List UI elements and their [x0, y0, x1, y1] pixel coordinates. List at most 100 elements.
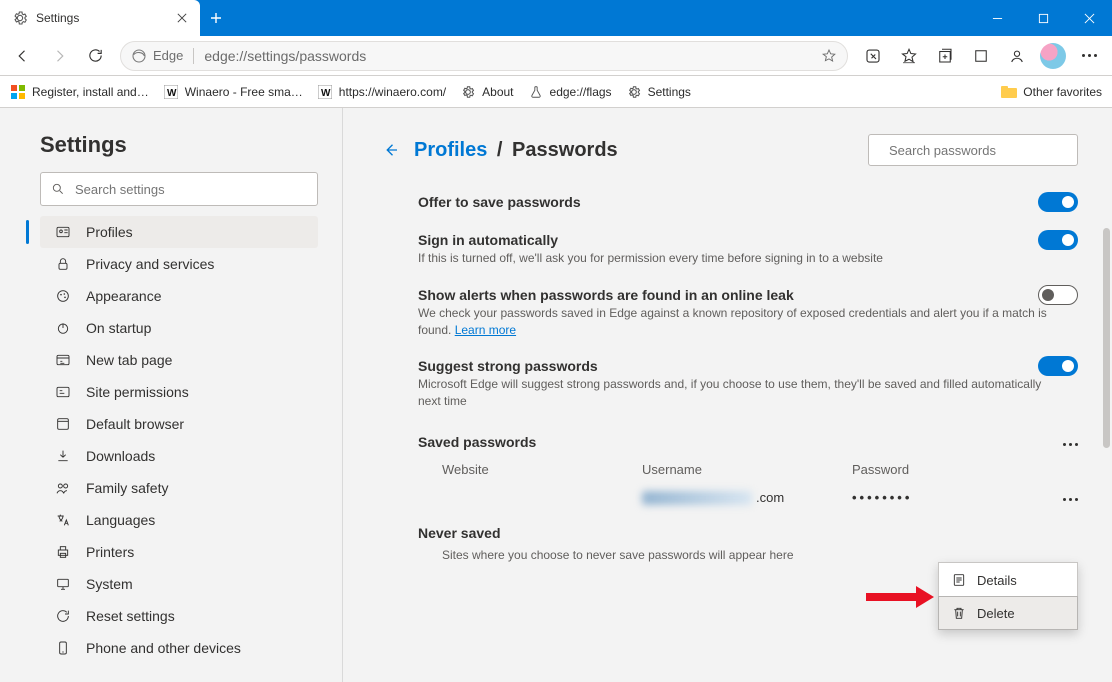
toggle-signin-auto[interactable] [1038, 230, 1078, 250]
setting-leak-alerts: Show alerts when passwords are found in … [382, 281, 1078, 353]
bookmark-item[interactable]: edge://flags [528, 84, 612, 100]
sidebar-item-default[interactable]: Default browser [40, 408, 318, 440]
sidebar-item-reset[interactable]: Reset settings [40, 600, 318, 632]
search-settings-input[interactable] [40, 172, 318, 206]
gear-icon [460, 84, 476, 100]
browser-tab[interactable]: Settings [0, 0, 200, 36]
nav-refresh-button[interactable] [78, 40, 112, 72]
profile-button[interactable] [1036, 40, 1070, 72]
flask-icon [528, 84, 544, 100]
breadcrumb-root[interactable]: Profiles [414, 139, 487, 161]
toggle-suggest-strong[interactable] [1038, 356, 1078, 376]
toggle-leak-alerts[interactable] [1038, 285, 1078, 305]
url-text: edge://settings/passwords [204, 48, 811, 64]
bookmark-item[interactable]: Whttps://winaero.com/ [317, 84, 446, 100]
setting-title: Sign in automatically [418, 232, 1078, 248]
tracking-prevention-icon[interactable] [856, 40, 890, 72]
extensions-button[interactable] [964, 40, 998, 72]
password-table-header: Website Username Password [382, 456, 1078, 481]
bookmark-label: About [482, 85, 513, 99]
setting-suggest-strong: Suggest strong passwords Microsoft Edge … [382, 352, 1078, 424]
gear-icon [12, 10, 28, 26]
cell-website [442, 489, 642, 507]
menu-item-delete[interactable]: Delete [938, 596, 1078, 630]
address-bar[interactable]: Edge edge://settings/passwords [120, 41, 848, 71]
feedback-button[interactable] [1000, 40, 1034, 72]
sidebar-item-label: Downloads [86, 448, 155, 464]
bookmark-item[interactable]: About [460, 84, 513, 100]
sidebar-item-newtab[interactable]: New tab page [40, 344, 318, 376]
sidebar-item-label: Printers [86, 544, 134, 560]
sidebar-item-label: New tab page [86, 352, 172, 368]
svg-text:W: W [167, 88, 177, 99]
back-arrow-button[interactable] [382, 141, 400, 159]
sidebar-item-label: On startup [86, 320, 151, 336]
sidebar-item-startup[interactable]: On startup [40, 312, 318, 344]
window-maximize-button[interactable] [1020, 0, 1066, 36]
sidebar-item-profiles[interactable]: Profiles [40, 216, 318, 248]
sidebar-item-phone[interactable]: Phone and other devices [40, 632, 318, 664]
sidebar-item-label: Languages [86, 512, 155, 528]
saved-passwords-more-button[interactable] [1063, 434, 1078, 449]
newtab-icon [54, 352, 72, 368]
languages-icon [54, 512, 72, 528]
permissions-icon [54, 384, 72, 400]
other-favorites-button[interactable]: Other favorites [1001, 84, 1102, 100]
window-close-button[interactable] [1066, 0, 1112, 36]
windows-icon [10, 84, 26, 100]
password-row-more-button[interactable] [1063, 489, 1078, 504]
printer-icon [54, 544, 72, 560]
menu-item-details[interactable]: Details [939, 563, 1077, 597]
cell-username: .com [642, 490, 852, 505]
search-passwords-input[interactable] [868, 134, 1078, 166]
new-tab-button[interactable] [200, 0, 232, 36]
sidebar-item-permissions[interactable]: Site permissions [40, 376, 318, 408]
search-settings-field[interactable] [73, 181, 307, 198]
bookmark-item[interactable]: WWinaero - Free sma… [163, 84, 303, 100]
sidebar-item-label: Privacy and services [86, 256, 214, 272]
redacted-text [642, 491, 752, 505]
window-minimize-button[interactable] [974, 0, 1020, 36]
sidebar-item-downloads[interactable]: Downloads [40, 440, 318, 472]
sidebar-item-languages[interactable]: Languages [40, 504, 318, 536]
bookmark-item[interactable]: Register, install and… [10, 84, 149, 100]
nav-forward-button[interactable] [42, 40, 76, 72]
appearance-icon [54, 288, 72, 304]
menu-button[interactable] [1072, 40, 1106, 72]
more-icon [1082, 54, 1097, 57]
sidebar-item-family[interactable]: Family safety [40, 472, 318, 504]
svg-text:W: W [321, 88, 331, 99]
favorite-star-icon[interactable] [821, 48, 837, 64]
setting-title: Show alerts when passwords are found in … [418, 287, 1078, 303]
brand-label: Edge [153, 48, 183, 63]
system-icon [54, 576, 72, 592]
sidebar-item-label: Appearance [86, 288, 162, 304]
bookmark-item[interactable]: Settings [626, 84, 691, 100]
setting-description: We check your passwords saved in Edge ag… [418, 305, 1058, 339]
sidebar-item-privacy[interactable]: Privacy and services [40, 248, 318, 280]
trash-icon [951, 605, 967, 621]
more-icon [1063, 443, 1078, 446]
toggle-offer-save[interactable] [1038, 192, 1078, 212]
bookmarks-bar: Register, install and… WWinaero - Free s… [0, 76, 1112, 108]
breadcrumb-leaf: Passwords [512, 139, 618, 161]
sidebar-item-label: Site permissions [86, 384, 189, 400]
learn-more-link[interactable]: Learn more [455, 323, 516, 337]
more-icon [1063, 498, 1078, 501]
sidebar-item-system[interactable]: System [40, 568, 318, 600]
winaero-icon: W [163, 84, 179, 100]
search-passwords-field[interactable] [887, 142, 1067, 159]
collections-button[interactable] [928, 40, 962, 72]
window-titlebar: Settings [0, 0, 1112, 36]
winaero-icon: W [317, 84, 333, 100]
sidebar-item-printers[interactable]: Printers [40, 536, 318, 568]
close-icon[interactable] [174, 10, 190, 26]
password-row[interactable]: .com •••••••• [382, 481, 1078, 515]
bookmark-label: Other favorites [1023, 85, 1102, 99]
nav-back-button[interactable] [6, 40, 40, 72]
sidebar-item-appearance[interactable]: Appearance [40, 280, 318, 312]
favorites-button[interactable] [892, 40, 926, 72]
scrollbar-thumb[interactable] [1103, 228, 1110, 448]
sidebar-item-label: Profiles [86, 224, 133, 240]
sidebar-item-label: Reset settings [86, 608, 175, 624]
